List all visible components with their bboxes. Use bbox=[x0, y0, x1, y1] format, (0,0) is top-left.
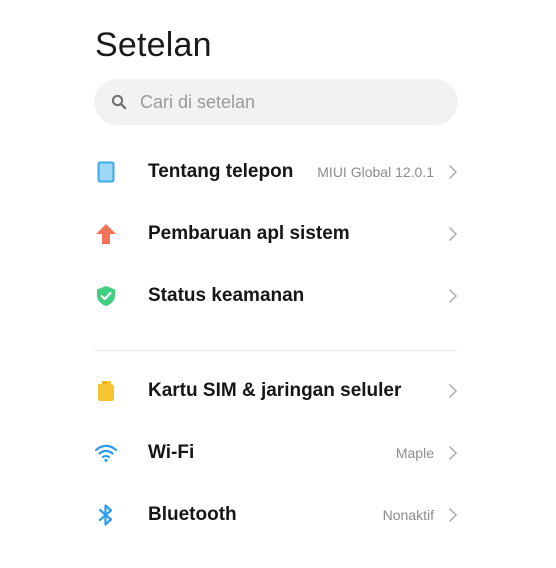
settings-item-label: Kartu SIM & jaringan seluler bbox=[148, 380, 402, 401]
chevron-right-icon bbox=[448, 445, 458, 461]
arrow-up-icon bbox=[94, 222, 118, 246]
settings-item-bluetooth[interactable]: Bluetooth Nonaktif bbox=[94, 489, 464, 541]
settings-item-label: Pembaruan apl sistem bbox=[148, 223, 350, 244]
search-input[interactable] bbox=[140, 91, 430, 113]
search-icon bbox=[110, 93, 128, 111]
phone-icon bbox=[94, 160, 118, 184]
settings-item-value: Maple bbox=[395, 445, 434, 461]
wifi-icon bbox=[94, 441, 118, 465]
settings-item-value: Nonaktif bbox=[382, 507, 434, 523]
settings-item-label: Status keamanan bbox=[148, 285, 305, 306]
settings-page: Setelan Tentang telepon MIUI Global 12.0… bbox=[0, 0, 556, 568]
bluetooth-icon bbox=[94, 503, 118, 527]
chevron-right-icon bbox=[448, 383, 458, 399]
chevron-right-icon bbox=[448, 507, 458, 523]
settings-item-sim-network[interactable]: Kartu SIM & jaringan seluler bbox=[94, 365, 464, 417]
settings-item-label: Bluetooth bbox=[148, 504, 237, 525]
page-title: Setelan bbox=[95, 26, 212, 64]
settings-item-value: MIUI Global 12.0.1 bbox=[317, 164, 434, 180]
chevron-right-icon bbox=[448, 164, 458, 180]
settings-item-wifi[interactable]: Wi-Fi Maple bbox=[94, 427, 464, 479]
chevron-right-icon bbox=[448, 288, 458, 304]
settings-item-security-status[interactable]: Status keamanan bbox=[94, 270, 464, 322]
search-bar[interactable] bbox=[94, 79, 458, 125]
settings-item-label: Tentang telepon bbox=[148, 161, 294, 182]
sim-card-icon bbox=[94, 379, 118, 403]
group-divider bbox=[94, 350, 458, 351]
settings-item-label: Wi-Fi bbox=[148, 442, 195, 463]
settings-item-about-phone[interactable]: Tentang telepon MIUI Global 12.0.1 bbox=[94, 146, 464, 198]
shield-check-icon bbox=[94, 284, 118, 308]
settings-item-system-app-updates[interactable]: Pembaruan apl sistem bbox=[94, 208, 464, 260]
chevron-right-icon bbox=[448, 226, 458, 242]
